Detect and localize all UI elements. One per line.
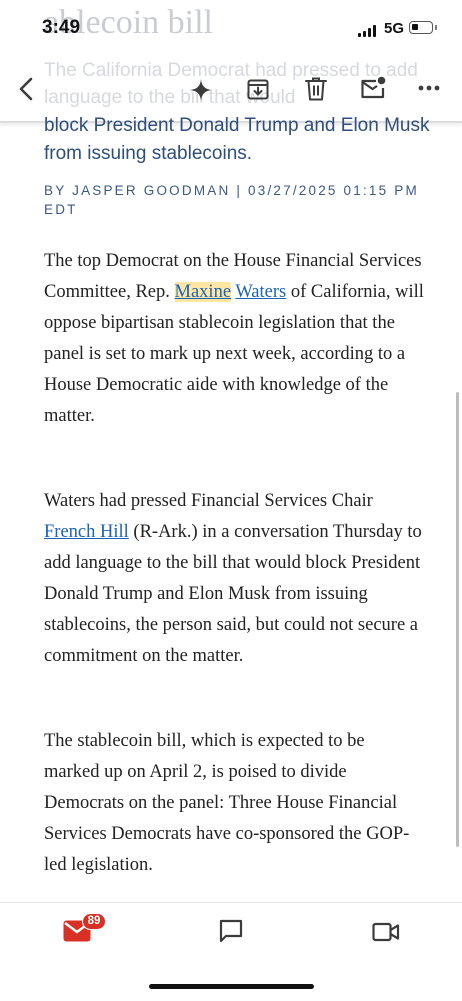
signal-icon [358,25,378,37]
nav-meet[interactable] [372,922,400,947]
article-paragraph-1: The top Democrat on the House Financial … [44,246,424,432]
paragraph-text: Waters had pressed Financial Services Ch… [44,491,373,511]
chat-icon [219,919,243,943]
nav-chat[interactable] [218,918,244,949]
battery-tip [435,25,437,30]
video-icon [372,922,400,942]
mail-dot-icon [361,76,386,99]
article-byline: BY JASPER GOODMAN | 03/27/2025 01:15 PM … [44,183,419,217]
unread-count-badge: 89 [82,913,106,930]
article-paragraph-2: Waters had pressed Financial Services Ch… [44,486,424,672]
article-paragraph-3: The stablecoin bill, which is expected t… [44,731,410,875]
sparkle-icon [190,79,212,101]
person-link-maxine[interactable]: Maxine [174,282,232,302]
scrollbar[interactable] [456,392,459,847]
trash-icon [305,77,327,101]
chevron-left-icon [19,77,33,101]
battery-icon [409,21,433,34]
paragraph-text: (R-Ark.) in a conversation Thursday to a… [44,522,422,666]
battery-level [412,24,418,30]
ai-summary-button[interactable] [188,77,214,103]
delete-button[interactable] [304,76,328,102]
home-indicator [149,984,314,989]
paragraph-text: of California, will oppose bipartisan st… [44,282,424,426]
more-options-button[interactable] [417,83,441,93]
back-button[interactable] [14,76,40,102]
status-time: 3:49 [42,17,81,38]
mark-unread-button[interactable] [359,74,387,102]
person-link-french-hill[interactable]: French Hill [44,522,129,542]
network-label: 5G [384,20,405,37]
archive-button[interactable] [246,76,270,102]
more-horizontal-icon [418,85,440,91]
person-link-waters[interactable]: Waters [235,282,286,302]
archive-icon [247,79,269,100]
article-subtitle: block President Donald Trump and Elon Mu… [44,115,430,164]
status-bar: 3:49 5G [0,0,462,58]
